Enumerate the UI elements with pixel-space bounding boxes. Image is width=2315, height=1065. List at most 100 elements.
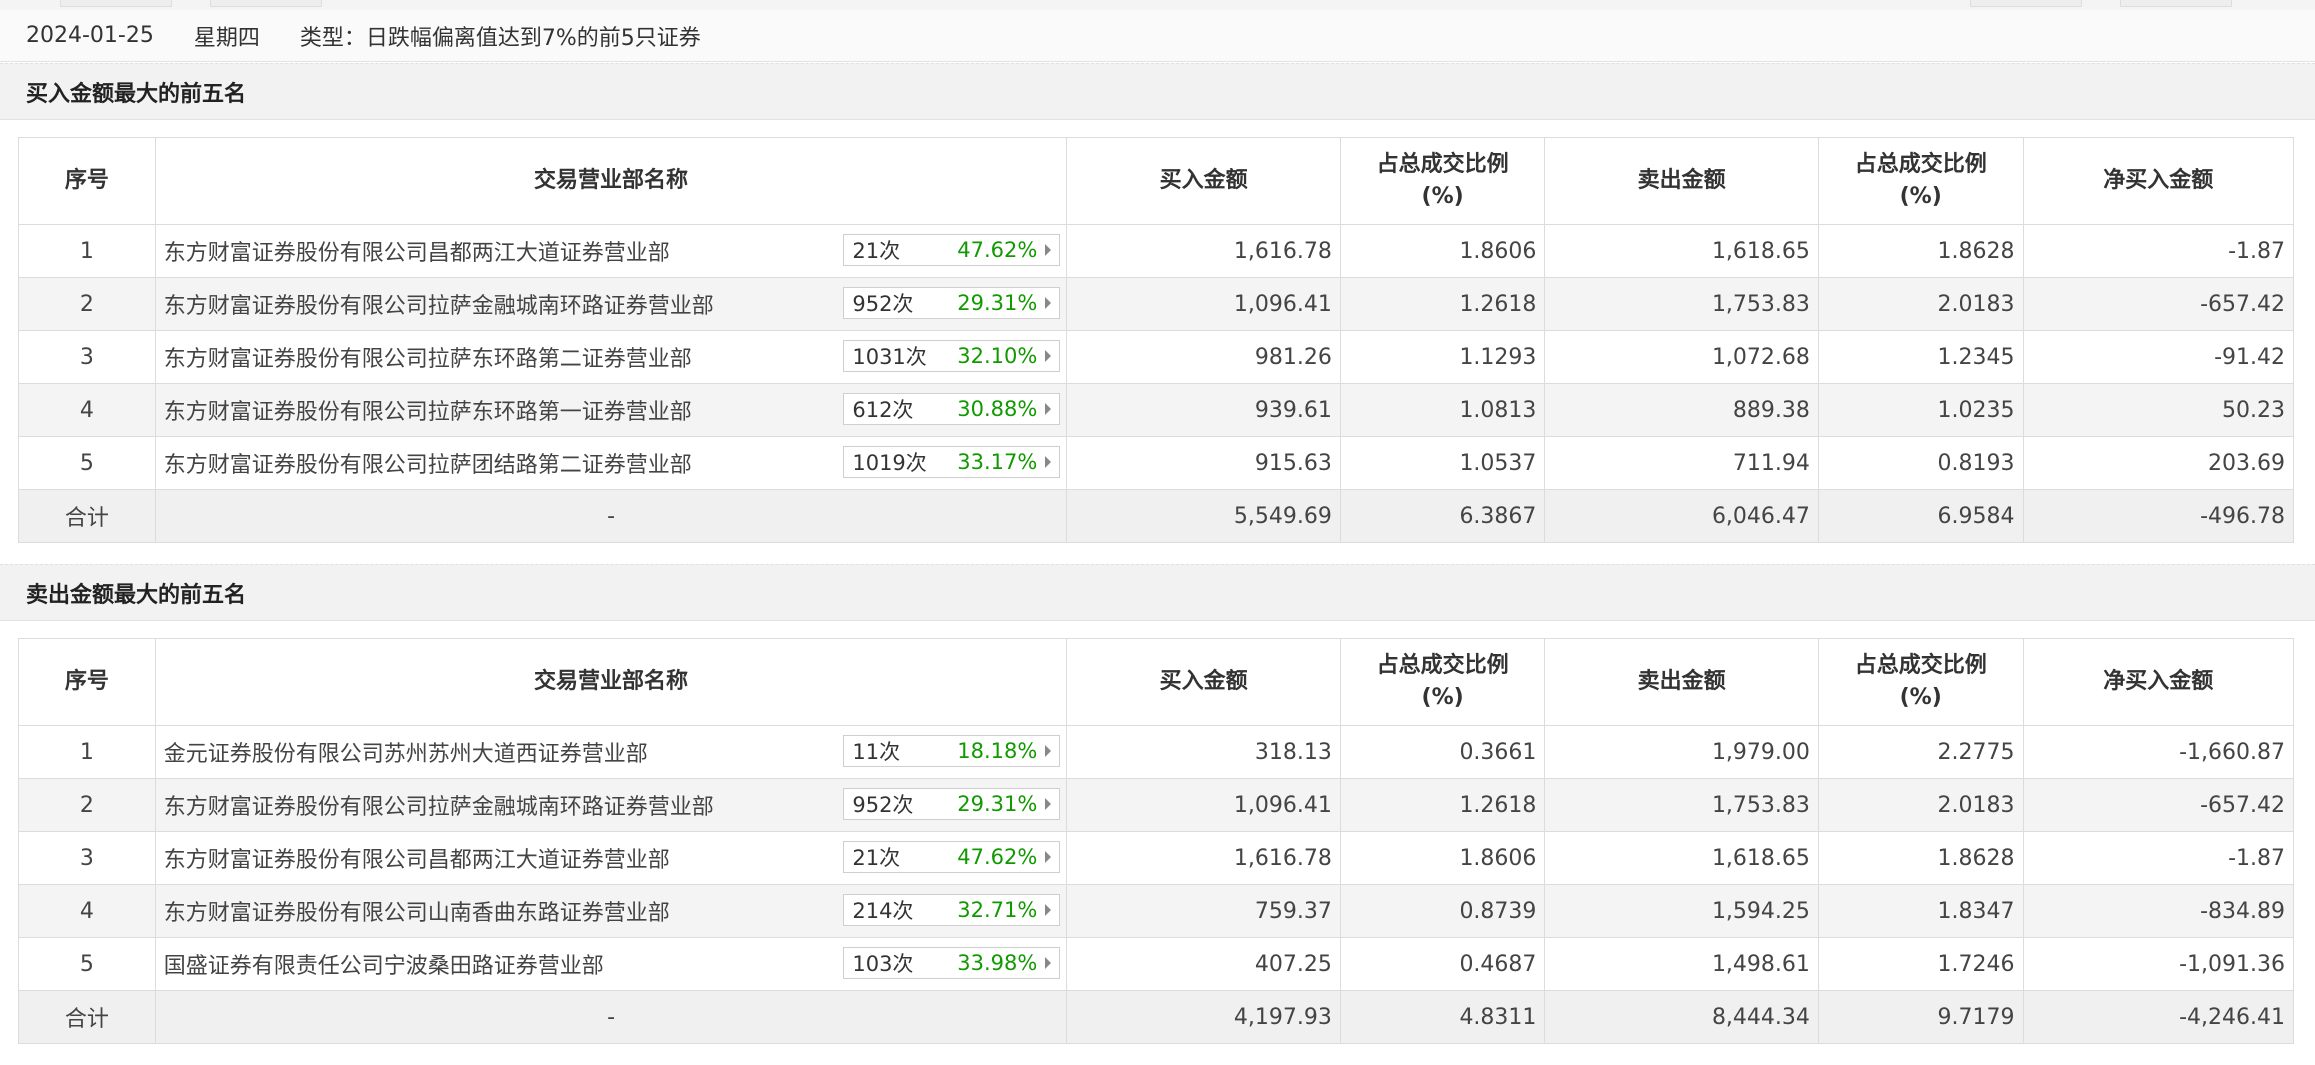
col-header-branch: 交易营业部名称 — [154, 638, 1068, 726]
branch-win-rate: 33.98% — [957, 951, 1038, 975]
lhb-page: 2024-01-25 星期四 类型：日跌幅偏离值达到7%的前5只证券 买入金额最… — [0, 0, 2315, 1065]
branch-times: 1031次 — [852, 345, 927, 369]
buy-amount-cell: 1,096.41 — [1066, 778, 1341, 832]
sell-amount-cell: 1,618.65 — [1544, 224, 1819, 278]
info-bar: 2024-01-25 星期四 类型：日跌幅偏离值达到7%的前5只证券 — [0, 10, 2315, 62]
buy-ratio-cell: 0.3661 — [1339, 725, 1546, 779]
table-row: 2 东方财富证券股份有限公司拉萨金融城南环路证券营业部 952次 29.31% 1,09… — [18, 778, 2294, 832]
buy-ratio-cell: 1.1293 — [1339, 330, 1546, 384]
total-row: 合计 -4,197.93 4.8311 8,444.34 9.7179 -4,246.41 — [18, 990, 2294, 1044]
top-tab[interactable] — [2120, 0, 2232, 7]
sell-ratio-cell: 1.8347 — [1817, 884, 2024, 938]
net-amount-cell: -1.87 — [2022, 224, 2294, 278]
branch-name-link[interactable]: 国盛证券有限责任公司宁波桑田路证券营业部 — [164, 954, 604, 979]
branch-stats-badge[interactable]: 21次 47.62% — [843, 841, 1061, 873]
branch-win-rate: 32.71% — [957, 898, 1038, 922]
branch-stats-badge[interactable]: 21次 47.62% — [843, 234, 1061, 266]
table-header-row: 序号 交易营业部名称 买入金额 占总成交比例 (%) 卖出金额 占总成交比例 (%) 净买入金额 — [18, 638, 2294, 726]
rank-cell: 4 — [18, 383, 156, 437]
trade-date: 2024-01-25 — [26, 23, 154, 48]
sell-section-title: 卖出金额最大的前五名 — [0, 564, 2315, 621]
buy-ratio-cell: 0.4687 — [1339, 937, 1546, 991]
col-header-sell-ratio: 占总成交比例 (%) — [1817, 638, 2024, 726]
total-sell-cell: 8,444.34 — [1544, 990, 1819, 1044]
col-header-sell: 卖出金额 — [1544, 137, 1819, 225]
branch-name-link[interactable]: 东方财富证券股份有限公司山南香曲东路证券营业部 — [164, 901, 670, 926]
branch-stats-badge[interactable]: 214次 32.71% — [843, 894, 1061, 926]
table-row: 3 东方财富证券股份有限公司昌都两江大道证券营业部 21次 47.62% 1,616.7… — [18, 831, 2294, 885]
branch-name-link[interactable]: 金元证券股份有限公司苏州苏州大道西证券营业部 — [164, 742, 648, 767]
buy-ratio-cell: 1.0537 — [1339, 436, 1546, 490]
col-header-rank: 序号 — [18, 638, 156, 726]
rank-cell: 5 — [18, 937, 156, 991]
branch-name-link[interactable]: 东方财富证券股份有限公司拉萨金融城南环路证券营业部 — [164, 795, 714, 820]
sell-amount-cell: 1,072.68 — [1544, 330, 1819, 384]
sell-ratio-cell: 1.8628 — [1817, 224, 2024, 278]
expand-arrow-icon — [1045, 244, 1052, 256]
total-net-cell: -496.78 — [2022, 489, 2294, 543]
col-header-buy: 买入金额 — [1066, 137, 1341, 225]
total-buy-ratio-cell: 6.3867 — [1339, 489, 1546, 543]
branch-name-link[interactable]: 东方财富证券股份有限公司拉萨东环路第一证券营业部 — [164, 400, 692, 425]
branch-times: 21次 — [852, 846, 901, 870]
branch-name-link[interactable]: 东方财富证券股份有限公司昌都两江大道证券营业部 — [164, 848, 670, 873]
buy-ratio-cell: 0.8739 — [1339, 884, 1546, 938]
sell-amount-cell: 1,753.83 — [1544, 778, 1819, 832]
expand-arrow-icon — [1045, 745, 1052, 757]
branch-name-link[interactable]: 东方财富证券股份有限公司拉萨东环路第二证券营业部 — [164, 347, 692, 372]
buy-section-title-text: 买入金额最大的前五名 — [26, 81, 247, 107]
sell-ratio-cell: 2.0183 — [1817, 277, 2024, 331]
col-header-buy: 买入金额 — [1066, 638, 1341, 726]
sell-ratio-cell: 1.7246 — [1817, 937, 2024, 991]
table-row: 5 国盛证券有限责任公司宁波桑田路证券营业部 103次 33.98% 407.25 0.4… — [18, 937, 2294, 991]
total-buy-cell: 4,197.93 — [1066, 990, 1341, 1044]
branch-stats-badge[interactable]: 612次 30.88% — [843, 393, 1061, 425]
col-header-sell-ratio-line2: (%) — [1899, 685, 1942, 710]
table-row: 4 东方财富证券股份有限公司拉萨东环路第一证券营业部 612次 30.88% 939.6… — [18, 383, 2294, 437]
col-header-sell-ratio-line1: 占总成交比例 — [1854, 152, 1987, 177]
branch-cell: 东方财富证券股份有限公司昌都两江大道证券营业部 21次 47.62% — [154, 831, 1068, 885]
top-tab[interactable] — [60, 0, 172, 7]
branch-cell: 金元证券股份有限公司苏州苏州大道西证券营业部 11次 18.18% — [154, 725, 1068, 779]
branch-times: 21次 — [852, 239, 901, 263]
branch-cell: 东方财富证券股份有限公司昌都两江大道证券营业部 21次 47.62% — [154, 224, 1068, 278]
branch-name-link[interactable]: 东方财富证券股份有限公司拉萨金融城南环路证券营业部 — [164, 294, 714, 319]
total-name-cell: - — [154, 990, 1068, 1044]
net-amount-cell: -1.87 — [2022, 831, 2294, 885]
table-row: 2 东方财富证券股份有限公司拉萨金融城南环路证券营业部 952次 29.31% 1,09… — [18, 277, 2294, 331]
branch-stats-badge[interactable]: 952次 29.31% — [843, 788, 1061, 820]
net-amount-cell: -657.42 — [2022, 277, 2294, 331]
col-header-sell-ratio-line2: (%) — [1899, 184, 1942, 209]
col-header-sell: 卖出金额 — [1544, 638, 1819, 726]
top-tab[interactable] — [1970, 0, 2082, 7]
branch-times: 214次 — [852, 899, 914, 923]
branch-name-link[interactable]: 东方财富证券股份有限公司拉萨团结路第二证券营业部 — [164, 453, 692, 478]
branch-win-rate: 47.62% — [957, 238, 1038, 262]
col-header-buy-ratio-line2: (%) — [1421, 685, 1464, 710]
buy-amount-cell: 1,616.78 — [1066, 224, 1341, 278]
branch-name-link[interactable]: 东方财富证券股份有限公司昌都两江大道证券营业部 — [164, 241, 670, 266]
branch-win-rate: 30.88% — [957, 397, 1038, 421]
table-row: 4 东方财富证券股份有限公司山南香曲东路证券营业部 214次 32.71% 759.37… — [18, 884, 2294, 938]
sell-amount-cell: 1,753.83 — [1544, 277, 1819, 331]
total-sell-ratio-cell: 6.9584 — [1817, 489, 2024, 543]
branch-stats-badge[interactable]: 103次 33.98% — [843, 947, 1061, 979]
branch-stats-badge[interactable]: 1019次 33.17% — [843, 446, 1061, 478]
branch-cell: 东方财富证券股份有限公司拉萨东环路第一证券营业部 612次 30.88% — [154, 383, 1068, 437]
table-row: 3 东方财富证券股份有限公司拉萨东环路第二证券营业部 1031次 32.10% 981.… — [18, 330, 2294, 384]
branch-stats-badge[interactable]: 1031次 32.10% — [843, 340, 1061, 372]
buy-amount-cell: 915.63 — [1066, 436, 1341, 490]
branch-stats-badge[interactable]: 11次 18.18% — [843, 735, 1061, 767]
branch-win-rate: 29.31% — [957, 291, 1038, 315]
rank-cell: 5 — [18, 436, 156, 490]
rank-cell: 1 — [18, 224, 156, 278]
col-header-buy-ratio-line1: 占总成交比例 — [1376, 152, 1509, 177]
expand-arrow-icon — [1045, 456, 1052, 468]
buy-amount-cell: 939.61 — [1066, 383, 1341, 437]
total-buy-ratio-cell: 4.8311 — [1339, 990, 1546, 1044]
buy-amount-cell: 407.25 — [1066, 937, 1341, 991]
top-tab[interactable] — [210, 0, 322, 7]
branch-stats-badge[interactable]: 952次 29.31% — [843, 287, 1061, 319]
branch-cell: 国盛证券有限责任公司宁波桑田路证券营业部 103次 33.98% — [154, 937, 1068, 991]
total-buy-cell: 5,549.69 — [1066, 489, 1341, 543]
